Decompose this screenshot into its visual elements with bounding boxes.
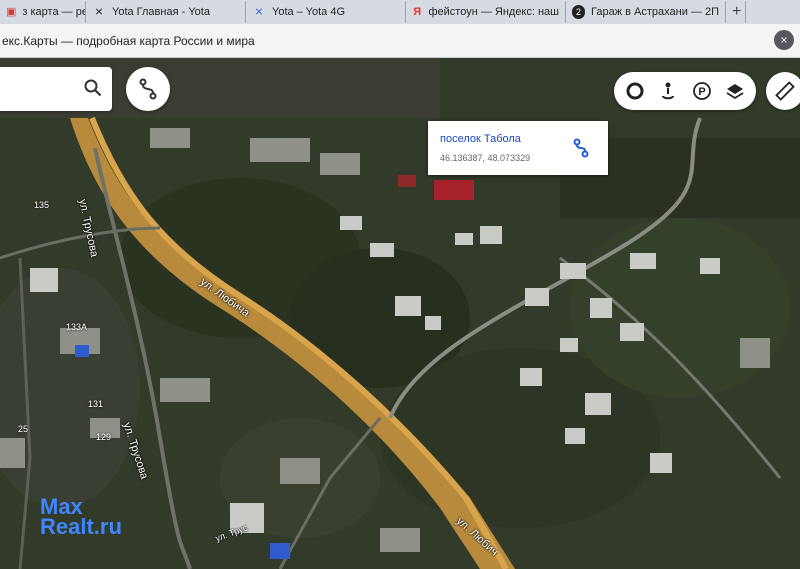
house-number: 129 bbox=[96, 432, 112, 442]
yandex-doc-icon: ▣ bbox=[6, 6, 17, 18]
satellite-map[interactable]: ул. Трусова ул. Любича ул. Трусова ул. Л… bbox=[0, 58, 800, 569]
close-button[interactable]: × bbox=[774, 30, 794, 50]
yota-icon: ⨯ bbox=[254, 6, 264, 18]
ruler-button[interactable] bbox=[766, 72, 800, 110]
house-number: 25 bbox=[18, 424, 29, 434]
house-number: 135 bbox=[34, 200, 50, 210]
tab-yota-4g[interactable]: ⨯ Yota – Yota 4G bbox=[246, 1, 406, 23]
map-controls: P bbox=[614, 72, 756, 110]
svg-text:P: P bbox=[698, 86, 705, 98]
traffic-icon[interactable] bbox=[622, 78, 648, 104]
layers-icon[interactable] bbox=[722, 78, 748, 104]
tab-yandex-search[interactable]: Я фейстоун — Яндекс: наш bbox=[406, 1, 566, 23]
search-input[interactable] bbox=[0, 67, 112, 111]
tab-label: Гараж в Астрахани — 2П bbox=[591, 6, 719, 18]
tab-label: Yota – Yota 4G bbox=[272, 6, 345, 18]
tab-label: з карта — реда bbox=[22, 6, 85, 18]
tab-label: Yota Главная - Yota bbox=[112, 6, 210, 18]
ruler-icon bbox=[775, 81, 795, 101]
route-button[interactable] bbox=[126, 67, 170, 111]
parking-icon[interactable]: P bbox=[689, 78, 715, 104]
place-popup: поселок Табола 46.136387, 48.073329 bbox=[428, 121, 608, 175]
new-tab-button[interactable]: + bbox=[726, 1, 746, 23]
window-title: екс.Карты — подробная карта России и мир… bbox=[2, 33, 255, 48]
satellite-imagery bbox=[0, 58, 800, 569]
2gis-icon: 2 bbox=[572, 5, 586, 19]
house-number: 131 bbox=[88, 399, 104, 409]
yandex-icon: Я bbox=[413, 6, 422, 18]
browser-tab-bar: ▣ з карта — реда ⨯ Yota Главная - Yota ⨯… bbox=[0, 0, 800, 24]
watermark-logo: Max Realt.ru bbox=[40, 496, 122, 539]
tab-2gis-garage[interactable]: 2 Гараж в Астрахани — 2П bbox=[566, 1, 726, 23]
yota-icon: ⨯ bbox=[94, 6, 104, 18]
tab-yota-main[interactable]: ⨯ Yota Главная - Yota bbox=[86, 1, 246, 23]
house-number: 133А bbox=[66, 322, 88, 332]
place-name-link[interactable]: поселок Табола bbox=[440, 133, 521, 145]
search-icon[interactable] bbox=[84, 79, 102, 97]
panorama-icon[interactable] bbox=[655, 78, 681, 104]
route-icon[interactable] bbox=[570, 137, 592, 159]
place-coordinates: 46.136387, 48.073329 bbox=[440, 153, 531, 163]
tab-label: фейстоун — Яндекс: наш bbox=[428, 6, 559, 18]
watermark-line2: Realt.ru bbox=[40, 514, 122, 539]
route-icon bbox=[139, 78, 157, 100]
window-title-bar: екс.Карты — подробная карта России и мир… bbox=[0, 24, 800, 58]
tab-yandex-maps[interactable]: ▣ з карта — реда bbox=[0, 1, 86, 23]
